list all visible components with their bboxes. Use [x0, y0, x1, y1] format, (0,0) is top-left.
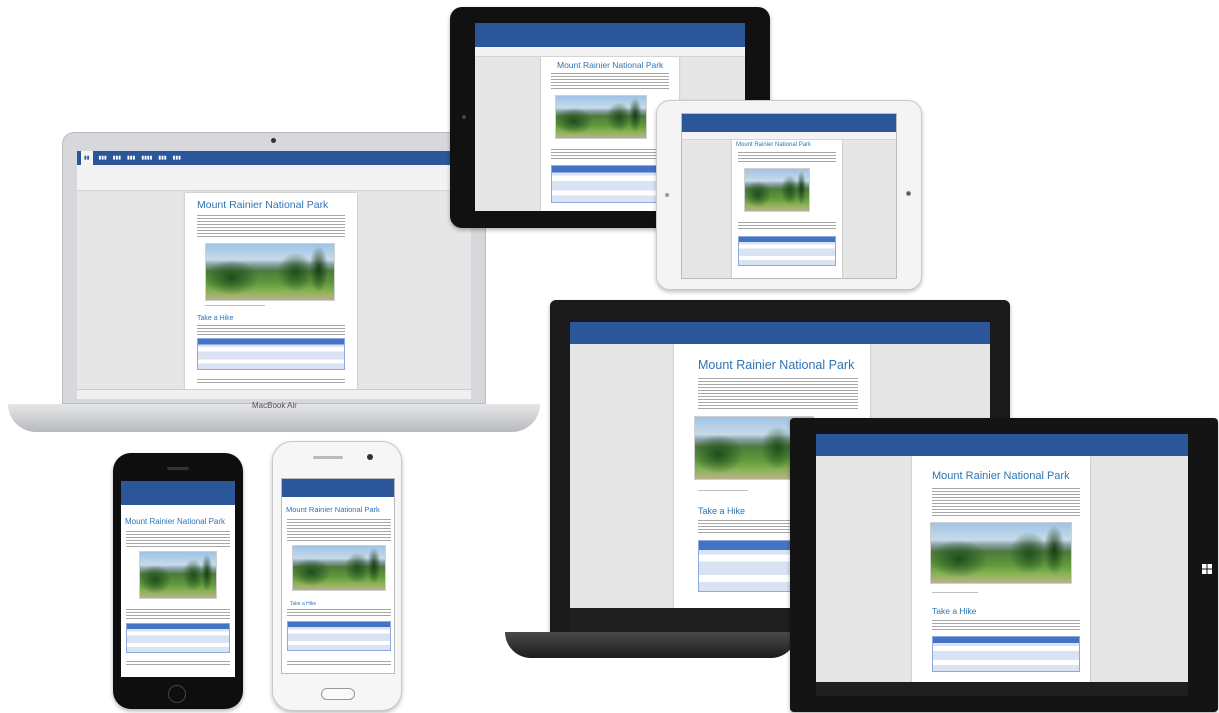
- camera-icon: [271, 138, 276, 143]
- iphone-black: Mount Rainier National Park: [113, 453, 243, 709]
- hike-table: [932, 636, 1080, 672]
- tab-design[interactable]: ▮▮▮: [113, 151, 121, 165]
- body-text-2: [287, 609, 391, 617]
- body-text: [287, 519, 391, 541]
- park-photo: [744, 168, 810, 212]
- ribbon-tabs: [121, 481, 235, 505]
- taskbar: [816, 682, 1188, 696]
- macbook-label: MacBook Air: [252, 401, 297, 410]
- tab-insert[interactable]: ▮▮▮: [99, 151, 107, 165]
- home-button-icon: [906, 191, 911, 196]
- page-title: Mount Rainier National Park: [932, 470, 1070, 482]
- hike-table: [738, 236, 836, 266]
- body-text-3: [197, 379, 345, 385]
- body-text: [551, 73, 669, 91]
- galaxy-screen: Mount Rainier National Park Take a Hike: [281, 478, 395, 674]
- tab-layout[interactable]: ▮▮▮: [127, 151, 135, 165]
- body-text-3: [126, 661, 230, 667]
- page-title: Mount Rainier National Park: [557, 60, 664, 70]
- surface-tablet-screen: Mount Rainier National Park Take a Hike: [816, 434, 1188, 696]
- photo-caption: [205, 305, 265, 306]
- section-heading: Take a Hike: [197, 315, 234, 322]
- ipad-white: Mount Rainier National Park: [656, 100, 922, 290]
- ribbon-toolbar: [77, 165, 471, 191]
- ribbon-tabs: [570, 322, 990, 344]
- page-title: Mount Rainier National Park: [286, 505, 380, 514]
- body-text: [698, 378, 858, 410]
- body-text-2: [551, 149, 669, 161]
- document-page: Mount Rainier National Park Take a Hike: [912, 456, 1090, 682]
- park-photo: [930, 522, 1072, 584]
- body-text-2: [738, 222, 836, 230]
- document-canvas: Mount Rainier National Park Take a Hike: [77, 191, 471, 389]
- page-title: Mount Rainier National Park: [736, 142, 812, 148]
- body-text-2: [932, 620, 1080, 630]
- galaxy-white: Mount Rainier National Park Take a Hike: [272, 441, 402, 711]
- macbook-screen: ▮▮ ▮▮▮ ▮▮▮ ▮▮▮ ▮▮▮▮ ▮▮▮ ▮▮▮ Mount Rainier Nati…: [77, 151, 471, 399]
- macbook-base: MacBook Air: [8, 401, 540, 432]
- page-title: Mount Rainier National Park: [698, 358, 855, 372]
- body-text: [738, 152, 836, 164]
- body-text-2: [197, 325, 345, 335]
- camera-icon: [367, 454, 373, 460]
- park-photo: [292, 545, 386, 591]
- ribbon-tabs: [816, 434, 1188, 456]
- park-photo: [205, 243, 335, 301]
- ribbon-tabs: [475, 23, 745, 47]
- iphone-black-screen: Mount Rainier National Park: [121, 481, 235, 677]
- ribbon-tabs: [282, 479, 394, 497]
- surface-tablet: Mount Rainier National Park Take a Hike: [790, 418, 1218, 712]
- macbook-lid: ▮▮ ▮▮▮ ▮▮▮ ▮▮▮ ▮▮▮▮ ▮▮▮ ▮▮▮ Mount Rainier Nati…: [62, 132, 486, 404]
- hike-table: [287, 621, 391, 651]
- hike-table: [551, 165, 669, 203]
- page-title: Mount Rainier National Park: [197, 199, 329, 211]
- body-text: [197, 215, 345, 239]
- document-page: Mount Rainier National Park: [732, 140, 842, 278]
- body-text: [126, 531, 230, 547]
- body-text-2: [126, 609, 230, 619]
- hike-table: [197, 338, 345, 370]
- ribbon-tabs: [682, 114, 896, 132]
- tab-review[interactable]: ▮▮▮: [173, 151, 181, 165]
- body-text-3: [287, 661, 391, 667]
- park-photo: [139, 551, 217, 599]
- body-text: [932, 488, 1080, 516]
- ipad-white-screen: Mount Rainier National Park: [681, 113, 897, 279]
- camera-icon: [462, 115, 466, 119]
- ribbon-tabs: ▮▮ ▮▮▮ ▮▮▮ ▮▮▮ ▮▮▮▮ ▮▮▮ ▮▮▮: [77, 151, 471, 165]
- park-photo: [555, 95, 647, 139]
- section-heading: Take a Hike: [698, 506, 746, 516]
- photo-caption: [932, 592, 978, 593]
- section-heading: Take a Hike: [290, 601, 317, 607]
- status-bar: [77, 389, 471, 399]
- speaker: [167, 467, 189, 470]
- camera-icon: [665, 193, 669, 197]
- page-title: Mount Rainier National Park: [125, 517, 226, 526]
- ribbon-toolbar: [475, 47, 745, 57]
- hike-table: [126, 623, 230, 653]
- document-canvas: Mount Rainier National Park: [682, 140, 896, 278]
- document-canvas: Mount Rainier National Park Take a Hike: [816, 456, 1188, 682]
- home-button-icon[interactable]: [321, 688, 355, 700]
- speaker: [313, 456, 343, 459]
- surface-laptop-base: [505, 632, 797, 658]
- home-button-icon[interactable]: [168, 685, 186, 703]
- ribbon-toolbar: [682, 132, 896, 140]
- tab-mailings[interactable]: ▮▮▮: [158, 151, 166, 165]
- tab-home[interactable]: ▮▮: [81, 151, 93, 165]
- section-heading: Take a Hike: [932, 606, 977, 616]
- tab-references[interactable]: ▮▮▮▮: [141, 151, 152, 165]
- document-page: Mount Rainier National Park Take a Hike: [185, 193, 357, 389]
- windows-logo-icon: [1202, 561, 1212, 574]
- photo-caption: [698, 490, 748, 491]
